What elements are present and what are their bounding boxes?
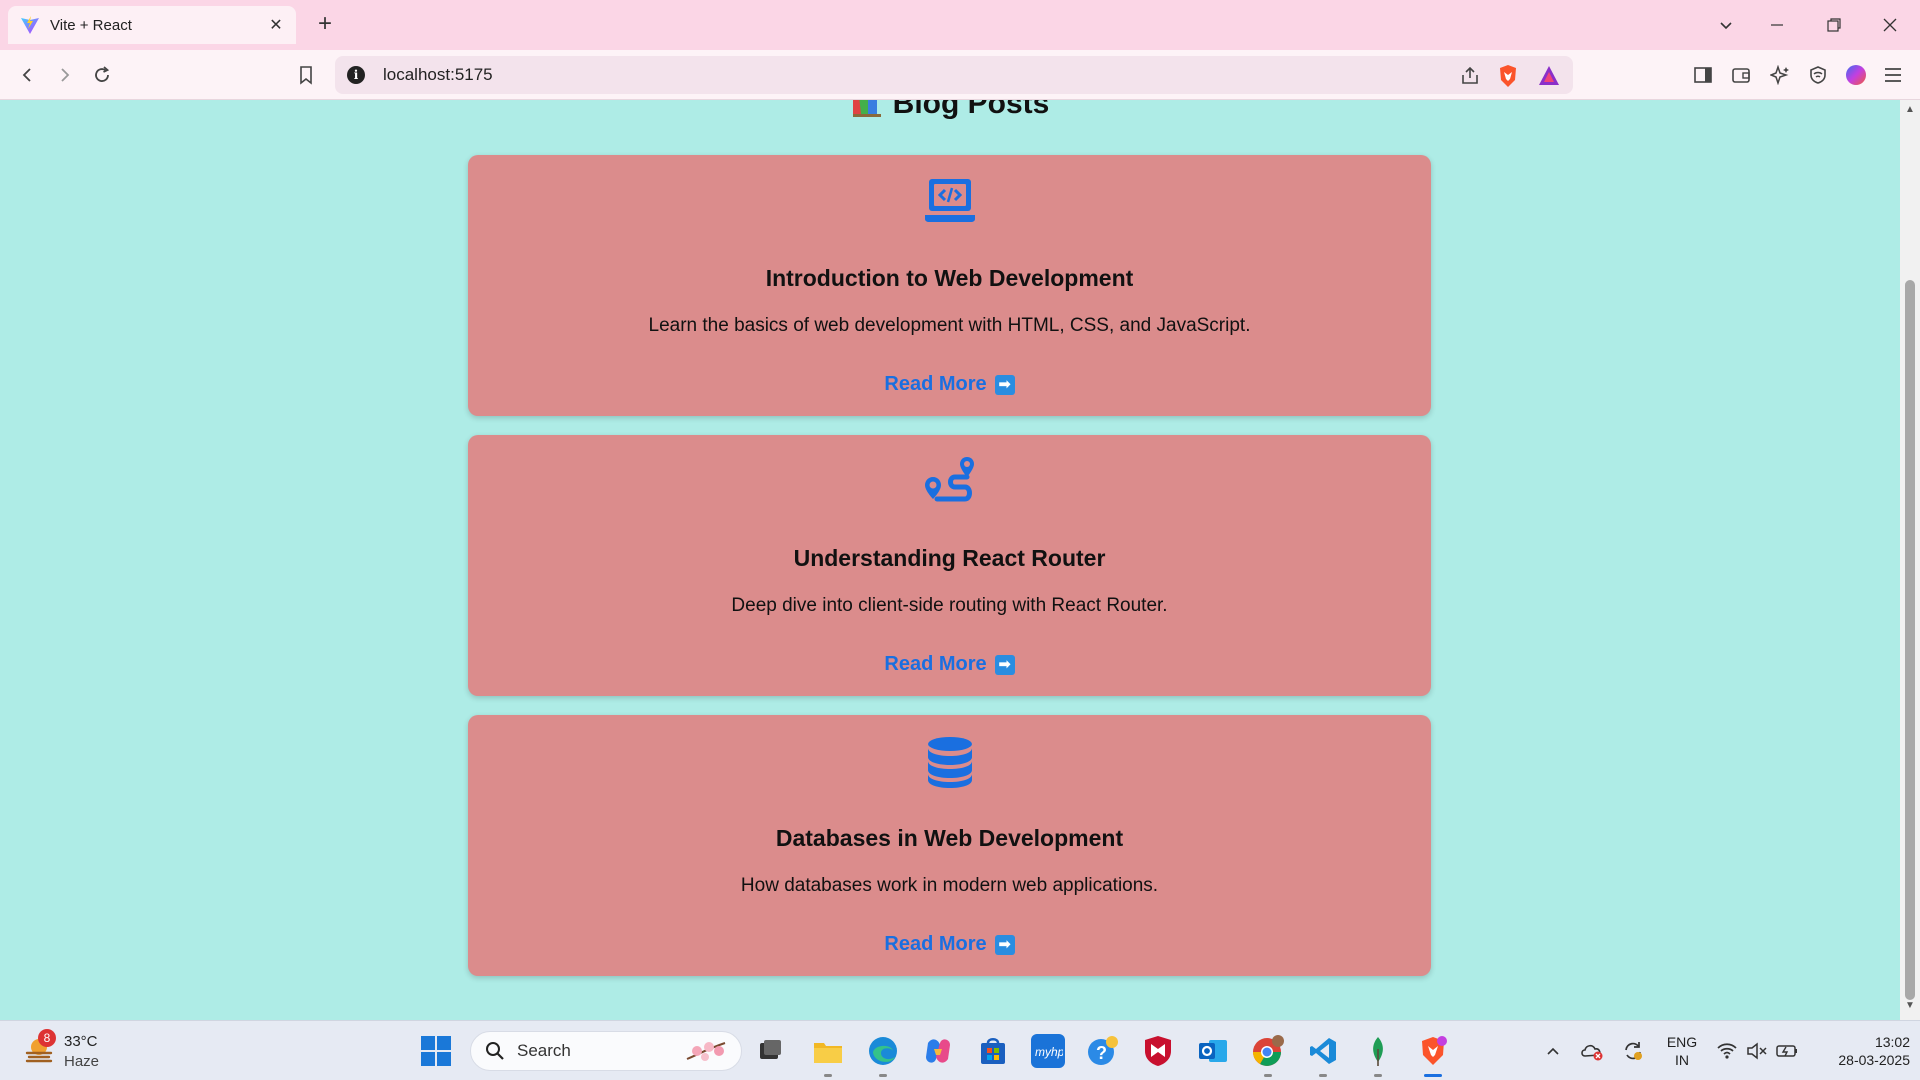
task-view-icon[interactable] xyxy=(753,1034,787,1068)
onedrive-error-icon[interactable] xyxy=(1580,1039,1604,1063)
copilot-icon[interactable] xyxy=(921,1034,955,1068)
database-icon xyxy=(927,737,972,788)
chrome-icon[interactable] xyxy=(1251,1034,1285,1077)
search-label: Search xyxy=(517,1041,571,1060)
outlook-icon[interactable] xyxy=(1196,1034,1230,1068)
vpn-shield-icon[interactable] xyxy=(1805,62,1831,88)
language-code: ENG xyxy=(1666,1034,1698,1050)
weather-alert-badge: 8 xyxy=(38,1029,56,1047)
get-help-icon[interactable]: ? xyxy=(1086,1034,1120,1068)
site-info-icon[interactable]: i xyxy=(347,66,365,84)
route-icon xyxy=(924,457,974,502)
sidebar-toggle-icon[interactable] xyxy=(1690,62,1716,88)
battery-charging-icon[interactable] xyxy=(1775,1039,1799,1063)
system-clock[interactable]: 13:02 28-03-2025 xyxy=(1810,1033,1910,1069)
search-icon xyxy=(486,1042,504,1060)
share-icon[interactable] xyxy=(1459,65,1481,87)
new-tab-button[interactable]: + xyxy=(312,12,338,38)
running-indicator xyxy=(824,1074,832,1077)
clock-date: 28-03-2025 xyxy=(1838,1052,1910,1068)
vite-logo-icon xyxy=(21,16,39,34)
books-icon xyxy=(852,100,881,117)
weather-condition: Haze xyxy=(64,1053,100,1070)
close-window-button[interactable] xyxy=(1876,12,1904,38)
taskbar-search-box[interactable]: Search xyxy=(470,1031,742,1071)
mcafee-icon[interactable] xyxy=(1141,1034,1175,1068)
input-language-indicator[interactable]: ENG IN xyxy=(1664,1033,1700,1069)
svg-text:myhp: myhp xyxy=(1035,1045,1063,1059)
taskbar: 8 33°C Haze Search myhp ? ENG IN 13:02 2… xyxy=(0,1020,1920,1080)
scroll-up-arrow-icon[interactable]: ▲ xyxy=(1905,104,1915,115)
leo-ai-icon[interactable] xyxy=(1767,62,1793,88)
active-indicator xyxy=(1424,1074,1442,1077)
volume-muted-icon[interactable] xyxy=(1745,1039,1769,1063)
browser-tab[interactable]: Vite + React ✕ xyxy=(8,6,296,44)
brave-rewards-icon[interactable] xyxy=(1537,64,1561,88)
brave-shields-icon[interactable] xyxy=(1497,64,1519,88)
running-indicator xyxy=(1319,1074,1327,1077)
microsoft-store-icon[interactable] xyxy=(976,1034,1010,1068)
menu-icon[interactable] xyxy=(1880,62,1906,88)
myhp-app-icon[interactable]: myhp xyxy=(1031,1034,1065,1068)
show-hidden-icons-chevron-icon[interactable] xyxy=(1541,1039,1565,1063)
read-more-link[interactable]: Read More ➡ xyxy=(468,933,1431,956)
right-arrow-icon: ➡ xyxy=(994,934,1015,955)
post-title: Introduction to Web Development xyxy=(765,265,1134,291)
running-indicator xyxy=(879,1074,887,1077)
tab-title: Vite + React xyxy=(50,16,132,34)
page-heading: Blog Posts xyxy=(0,100,1900,128)
url-text[interactable]: localhost:5175 xyxy=(383,65,493,85)
wallet-icon[interactable] xyxy=(1728,62,1754,88)
read-more-label[interactable]: Read More xyxy=(884,653,986,676)
brave-browser-icon[interactable] xyxy=(1416,1034,1450,1077)
right-arrow-icon: ➡ xyxy=(994,374,1015,395)
read-more-link[interactable]: Read More ➡ xyxy=(468,373,1431,396)
post-title: Databases in Web Development xyxy=(775,825,1124,851)
read-more-label[interactable]: Read More xyxy=(884,933,986,956)
post-description: How databases work in modern web applica… xyxy=(740,875,1159,896)
svg-text:?: ? xyxy=(1096,1043,1107,1063)
address-bar[interactable]: i localhost:5175 xyxy=(335,56,1573,94)
wifi-icon[interactable] xyxy=(1715,1039,1739,1063)
close-tab-icon[interactable]: ✕ xyxy=(266,15,286,35)
edge-browser-icon[interactable] xyxy=(866,1034,900,1077)
vscode-icon[interactable] xyxy=(1306,1034,1340,1077)
blog-post-card: Databases in Web Development How databas… xyxy=(468,715,1431,976)
post-title: Understanding React Router xyxy=(793,545,1106,571)
page-title: Blog Posts xyxy=(892,100,1050,120)
blog-post-card: Introduction to Web Development Learn th… xyxy=(468,155,1431,416)
file-explorer-icon[interactable] xyxy=(811,1034,845,1077)
restore-button[interactable] xyxy=(1820,12,1848,38)
weather-widget[interactable]: 8 33°C Haze xyxy=(20,1029,120,1073)
read-more-link[interactable]: Read More ➡ xyxy=(468,653,1431,676)
right-arrow-icon: ➡ xyxy=(994,654,1015,675)
page-viewport: Blog Posts Introduction to Web Developme… xyxy=(0,100,1900,1020)
post-description: Deep dive into client-side routing with … xyxy=(731,595,1168,616)
scroll-down-arrow-icon[interactable]: ▼ xyxy=(1905,1000,1915,1011)
read-more-label[interactable]: Read More xyxy=(884,373,986,396)
tab-search-chevron-icon[interactable] xyxy=(1712,12,1740,38)
reload-icon[interactable] xyxy=(89,62,115,88)
running-indicator xyxy=(1264,1074,1272,1077)
vertical-scrollbar[interactable]: ▲ ▼ xyxy=(1900,100,1920,1020)
blog-post-card: Understanding React Router Deep dive int… xyxy=(468,435,1431,696)
weather-temperature: 33°C xyxy=(64,1033,98,1050)
bookmark-icon[interactable] xyxy=(293,62,319,88)
language-region: IN xyxy=(1675,1052,1689,1068)
browser-toolbar: i localhost:5175 xyxy=(0,50,1920,100)
back-arrow-icon[interactable] xyxy=(14,62,40,88)
post-description: Learn the basics of web development with… xyxy=(648,315,1251,336)
profile-avatar-icon[interactable] xyxy=(1843,62,1869,88)
sync-icon[interactable] xyxy=(1621,1039,1645,1063)
mongodb-compass-icon[interactable] xyxy=(1361,1034,1395,1077)
scrollbar-thumb[interactable] xyxy=(1905,280,1915,1000)
forward-arrow-icon[interactable] xyxy=(52,62,78,88)
running-indicator xyxy=(1374,1074,1382,1077)
windows-start-icon[interactable] xyxy=(420,1035,452,1067)
laptop-code-icon xyxy=(924,179,975,222)
minimize-button[interactable] xyxy=(1763,12,1791,38)
search-highlight-blossom-icon xyxy=(686,1042,726,1061)
clock-time: 13:02 xyxy=(1874,1034,1910,1050)
tab-strip: Vite + React ✕ + xyxy=(0,0,1920,50)
